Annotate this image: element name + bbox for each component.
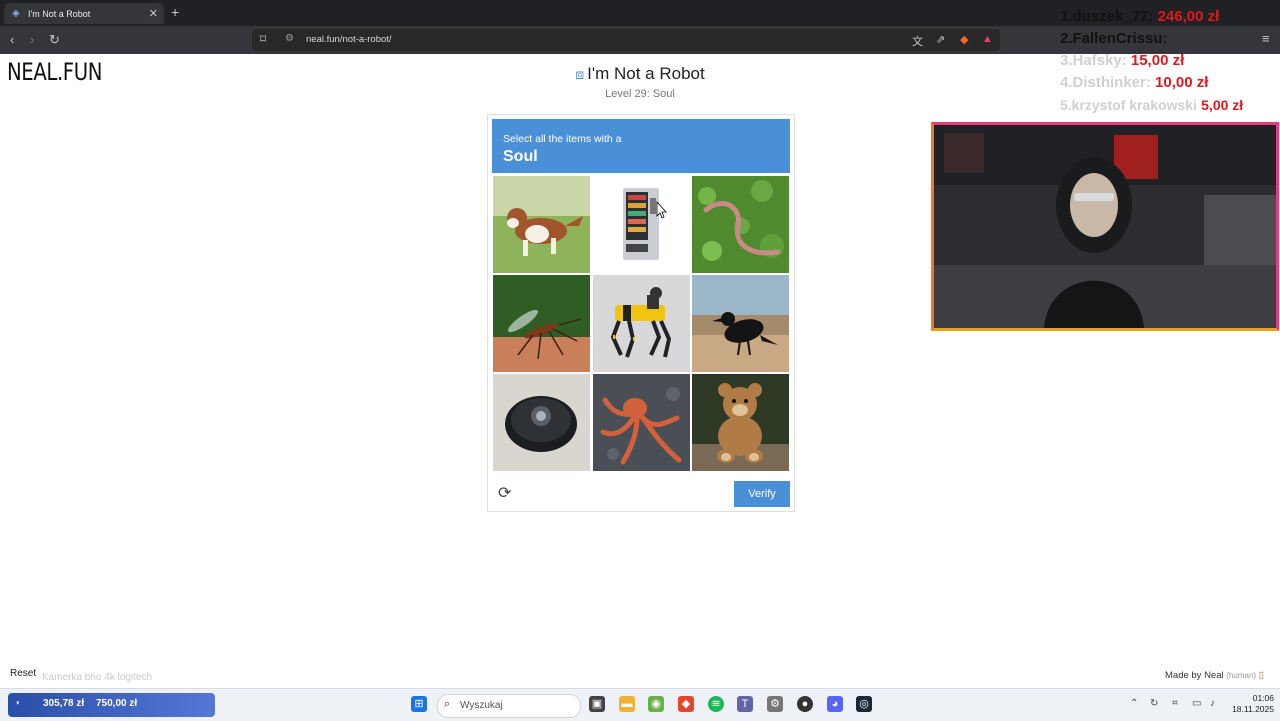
settings-icon[interactable]: ⚙ xyxy=(767,696,783,712)
tile-mosquito[interactable] xyxy=(493,275,590,372)
brave-browser-icon[interactable]: ◆ xyxy=(678,696,694,712)
tab-active[interactable]: ◈ I'm Not a Robot ✕ xyxy=(4,3,164,24)
donation-row: 2.FallenCrissu: xyxy=(1060,30,1168,47)
task-view-icon[interactable]: ▣ xyxy=(589,696,605,712)
made-by-tag: (human) xyxy=(1226,671,1257,680)
clock-time: 01:06 xyxy=(1252,693,1274,703)
verify-button[interactable]: Verify xyxy=(734,481,790,507)
tray-chevron-icon[interactable]: ⌃ xyxy=(1130,698,1138,709)
captcha-grid xyxy=(493,176,790,472)
webcam-overlay xyxy=(931,122,1279,331)
translate-icon[interactable]: 文 xyxy=(912,33,923,49)
tile-robot-dog[interactable] xyxy=(593,275,690,372)
tray-volume-icon[interactable]: ♪ xyxy=(1210,698,1215,709)
tile-robot-vacuum[interactable] xyxy=(493,374,590,471)
file-explorer-icon[interactable]: ▬ xyxy=(619,696,635,712)
donation-row: 4.Disthinker: 10,00 zł xyxy=(1060,74,1209,91)
captcha-target-word: Soul xyxy=(503,148,538,165)
robot-icon: ◈ xyxy=(12,7,20,19)
captcha-widget: Select all the items with a Soul ⟳ Verif… xyxy=(487,114,795,512)
nvidia-icon[interactable]: ◉ xyxy=(648,696,664,712)
brave-shields-icon[interactable]: ◆ xyxy=(960,33,968,46)
donation-row: 5.krzystof krakowski 5,00 zł xyxy=(1060,97,1244,113)
tray-network-icon[interactable]: ▭ xyxy=(1192,698,1201,709)
teams-icon[interactable]: T xyxy=(737,696,753,712)
share-icon[interactable]: ⇗ xyxy=(936,33,945,46)
tray-mic-icon[interactable]: ⌗ xyxy=(1172,698,1178,709)
windows-start-icon[interactable]: ⊞ xyxy=(411,696,427,712)
widget-icon: ◐ xyxy=(16,698,21,707)
os-taskbar: ◐ 305,78 zł 750,00 zł ⊞ ⌕ Wyszukaj ▣ ▬ ◉… xyxy=(0,688,1280,721)
refresh-captcha-icon[interactable]: ⟳ xyxy=(498,485,516,503)
tab-title: I'm Not a Robot xyxy=(28,8,91,19)
clock-date: 18.11.2025 xyxy=(1232,704,1274,714)
captcha-instruction: Select all the items with a xyxy=(503,133,622,145)
trophy-icon: ▯ xyxy=(1258,670,1264,681)
search-icon: ⌕ xyxy=(444,698,451,710)
discord-icon[interactable]: ◕ xyxy=(827,696,843,712)
donation-row: 3.Hafsky: 15,00 zł xyxy=(1060,52,1185,69)
made-by-link[interactable]: Made by Neal (human) ▯ xyxy=(1165,670,1264,681)
steam-icon[interactable]: ◎ xyxy=(856,696,872,712)
tray-sync-icon[interactable]: ↻ xyxy=(1150,698,1158,709)
page-title: I'm Not a Robot xyxy=(587,64,705,83)
donation-row: 1.duszek_77: 246,00 zł xyxy=(1060,8,1220,25)
url-text[interactable]: neal.fun/not-a-robot/ xyxy=(306,34,392,45)
back-icon[interactable]: ‹ xyxy=(10,32,14,48)
tile-vending-machine[interactable] xyxy=(593,176,690,273)
brave-rewards-icon[interactable]: ▲ xyxy=(982,33,993,45)
widget-amount-goal: 750,00 zł xyxy=(96,698,138,709)
spotify-icon[interactable]: ≋ xyxy=(708,696,724,712)
tile-earthworm[interactable] xyxy=(692,176,789,273)
captcha-header: Select all the items with a Soul xyxy=(492,119,790,173)
bookmark-icon[interactable]: ⌑ xyxy=(260,32,266,46)
stream-goal-widget: ◐ 305,78 zł 750,00 zł xyxy=(8,693,215,717)
tile-dog[interactable] xyxy=(493,176,590,273)
donation-leaderboard: 1.duszek_77: 246,00 zł 2.FallenCrissu: 3… xyxy=(1060,6,1280,116)
robot-icon: ⧈ xyxy=(575,66,585,82)
tile-octopus[interactable] xyxy=(593,374,690,471)
close-tab-icon[interactable]: ✕ xyxy=(149,7,158,20)
taskbar-search[interactable]: ⌕ Wyszukaj xyxy=(437,694,581,718)
address-bar[interactable]: ⌑ ⚙ neal.fun/not-a-robot/ 文 ⇗ ◆ ▲ xyxy=(252,29,1000,51)
site-info-icon[interactable]: ⚙ xyxy=(285,33,294,44)
overlay-camera-label: Kamerka brio 4k logitech xyxy=(42,672,153,683)
obs-icon[interactable]: ● xyxy=(797,696,813,712)
widget-amount-current: 305,78 zł xyxy=(43,698,85,709)
reset-button[interactable]: Reset xyxy=(10,668,36,679)
tile-crow[interactable] xyxy=(692,275,789,372)
made-by-text: Made by Neal xyxy=(1165,670,1224,681)
tile-teddy-bear[interactable] xyxy=(692,374,789,471)
search-placeholder: Wyszukaj xyxy=(460,700,503,711)
new-tab-button[interactable]: + xyxy=(171,4,179,20)
forward-icon[interactable]: › xyxy=(30,32,34,48)
system-clock[interactable]: 01:06 18.11.2025 xyxy=(1228,693,1274,715)
reload-icon[interactable]: ↻ xyxy=(49,32,60,48)
